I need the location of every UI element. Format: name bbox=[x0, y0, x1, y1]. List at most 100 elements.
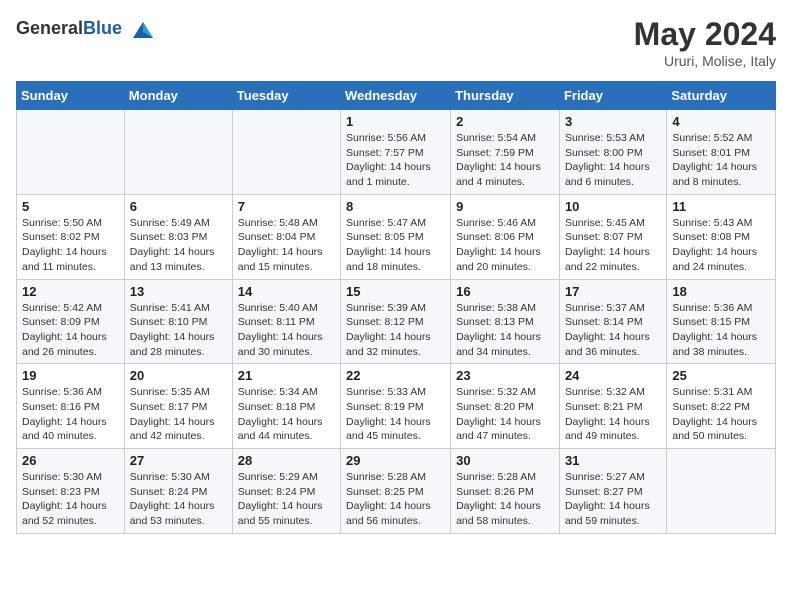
day-info: Sunrise: 5:39 AMSunset: 8:12 PMDaylight:… bbox=[346, 301, 445, 360]
calendar-cell: 14 Sunrise: 5:40 AMSunset: 8:11 PMDayligh… bbox=[232, 279, 340, 364]
logo-blue: Blue bbox=[83, 18, 122, 38]
weekday-header-thursday: Thursday bbox=[451, 82, 560, 110]
day-info: Sunrise: 5:34 AMSunset: 8:18 PMDaylight:… bbox=[238, 385, 335, 444]
calendar-cell: 7 Sunrise: 5:48 AMSunset: 8:04 PMDaylight… bbox=[232, 194, 340, 279]
calendar-cell bbox=[232, 110, 340, 195]
calendar-cell: 3 Sunrise: 5:53 AMSunset: 8:00 PMDaylight… bbox=[559, 110, 666, 195]
day-info: Sunrise: 5:31 AMSunset: 8:22 PMDaylight:… bbox=[672, 385, 770, 444]
day-info: Sunrise: 5:49 AMSunset: 8:03 PMDaylight:… bbox=[130, 216, 227, 275]
day-number: 27 bbox=[130, 453, 227, 468]
calendar-cell: 8 Sunrise: 5:47 AMSunset: 8:05 PMDaylight… bbox=[341, 194, 451, 279]
day-info: Sunrise: 5:30 AMSunset: 8:23 PMDaylight:… bbox=[22, 470, 119, 529]
day-info: Sunrise: 5:32 AMSunset: 8:20 PMDaylight:… bbox=[456, 385, 554, 444]
day-number: 24 bbox=[565, 368, 661, 383]
calendar-week-row: 19 Sunrise: 5:36 AMSunset: 8:16 PMDayligh… bbox=[17, 364, 776, 449]
calendar-cell: 22 Sunrise: 5:33 AMSunset: 8:19 PMDayligh… bbox=[341, 364, 451, 449]
calendar-cell: 17Sunrise: 5:37 AMSunset: 8:14 PMDayligh… bbox=[559, 279, 666, 364]
day-number: 11 bbox=[672, 199, 770, 214]
day-number: 10 bbox=[565, 199, 661, 214]
day-info: Sunrise: 5:36 AMSunset: 8:15 PMDaylight:… bbox=[672, 301, 770, 360]
day-info: Sunrise: 5:30 AMSunset: 8:24 PMDaylight:… bbox=[130, 470, 227, 529]
day-info: Sunrise: 5:56 AMSunset: 7:57 PMDaylight:… bbox=[346, 131, 445, 190]
calendar-cell: 12 Sunrise: 5:42 AMSunset: 8:09 PMDayligh… bbox=[17, 279, 125, 364]
calendar-week-row: 26Sunrise: 5:30 AMSunset: 8:23 PMDayligh… bbox=[17, 449, 776, 534]
day-number: 14 bbox=[238, 284, 335, 299]
day-number: 4 bbox=[672, 114, 770, 129]
calendar-cell: 2 Sunrise: 5:54 AMSunset: 7:59 PMDaylight… bbox=[451, 110, 560, 195]
weekday-header-saturday: Saturday bbox=[667, 82, 776, 110]
weekday-header-row: SundayMondayTuesdayWednesdayThursdayFrid… bbox=[17, 82, 776, 110]
calendar-cell: 10 Sunrise: 5:45 AMSunset: 8:07 PMDayligh… bbox=[559, 194, 666, 279]
day-info: Sunrise: 5:35 AMSunset: 8:17 PMDaylight:… bbox=[130, 385, 227, 444]
calendar-cell: 11Sunrise: 5:43 AMSunset: 8:08 PMDayligh… bbox=[667, 194, 776, 279]
calendar-week-row: 12 Sunrise: 5:42 AMSunset: 8:09 PMDayligh… bbox=[17, 279, 776, 364]
day-number: 5 bbox=[22, 199, 119, 214]
calendar-cell: 23 Sunrise: 5:32 AMSunset: 8:20 PMDayligh… bbox=[451, 364, 560, 449]
day-info: Sunrise: 5:27 AMSunset: 8:27 PMDaylight:… bbox=[565, 470, 661, 529]
day-info: Sunrise: 5:32 AMSunset: 8:21 PMDaylight:… bbox=[565, 385, 661, 444]
day-number: 2 bbox=[456, 114, 554, 129]
calendar-cell: 6 Sunrise: 5:49 AMSunset: 8:03 PMDaylight… bbox=[124, 194, 232, 279]
calendar-cell: 15Sunrise: 5:39 AMSunset: 8:12 PMDayligh… bbox=[341, 279, 451, 364]
calendar-cell: 21Sunrise: 5:34 AMSunset: 8:18 PMDayligh… bbox=[232, 364, 340, 449]
calendar-cell: 26Sunrise: 5:30 AMSunset: 8:23 PMDayligh… bbox=[17, 449, 125, 534]
day-info: Sunrise: 5:28 AMSunset: 8:26 PMDaylight:… bbox=[456, 470, 554, 529]
day-info: Sunrise: 5:50 AMSunset: 8:02 PMDaylight:… bbox=[22, 216, 119, 275]
calendar-cell bbox=[17, 110, 125, 195]
day-info: Sunrise: 5:38 AMSunset: 8:13 PMDaylight:… bbox=[456, 301, 554, 360]
calendar-cell: 20Sunrise: 5:35 AMSunset: 8:17 PMDayligh… bbox=[124, 364, 232, 449]
calendar-cell: 31 Sunrise: 5:27 AMSunset: 8:27 PMDayligh… bbox=[559, 449, 666, 534]
calendar-cell: 13Sunrise: 5:41 AMSunset: 8:10 PMDayligh… bbox=[124, 279, 232, 364]
weekday-header-wednesday: Wednesday bbox=[341, 82, 451, 110]
logo: GeneralBlue bbox=[16, 16, 157, 44]
calendar-table: SundayMondayTuesdayWednesdayThursdayFrid… bbox=[16, 81, 776, 534]
calendar-cell: 28 Sunrise: 5:29 AMSunset: 8:24 PMDayligh… bbox=[232, 449, 340, 534]
day-info: Sunrise: 5:48 AMSunset: 8:04 PMDaylight:… bbox=[238, 216, 335, 275]
calendar-cell: 27 Sunrise: 5:30 AMSunset: 8:24 PMDayligh… bbox=[124, 449, 232, 534]
day-info: Sunrise: 5:54 AMSunset: 7:59 PMDaylight:… bbox=[456, 131, 554, 190]
day-number: 22 bbox=[346, 368, 445, 383]
day-number: 28 bbox=[238, 453, 335, 468]
day-info: Sunrise: 5:42 AMSunset: 8:09 PMDaylight:… bbox=[22, 301, 119, 360]
day-number: 23 bbox=[456, 368, 554, 383]
logo-icon bbox=[129, 16, 157, 44]
weekday-header-monday: Monday bbox=[124, 82, 232, 110]
calendar-cell: 5 Sunrise: 5:50 AMSunset: 8:02 PMDaylight… bbox=[17, 194, 125, 279]
day-info: Sunrise: 5:29 AMSunset: 8:24 PMDaylight:… bbox=[238, 470, 335, 529]
calendar-cell: 24 Sunrise: 5:32 AMSunset: 8:21 PMDayligh… bbox=[559, 364, 666, 449]
day-number: 12 bbox=[22, 284, 119, 299]
day-info: Sunrise: 5:36 AMSunset: 8:16 PMDaylight:… bbox=[22, 385, 119, 444]
weekday-header-friday: Friday bbox=[559, 82, 666, 110]
calendar-cell: 18 Sunrise: 5:36 AMSunset: 8:15 PMDayligh… bbox=[667, 279, 776, 364]
day-number: 25 bbox=[672, 368, 770, 383]
location-subtitle: Ururi, Molise, Italy bbox=[634, 53, 776, 69]
day-number: 7 bbox=[238, 199, 335, 214]
calendar-cell: 29Sunrise: 5:28 AMSunset: 8:25 PMDayligh… bbox=[341, 449, 451, 534]
calendar-cell: 9Sunrise: 5:46 AMSunset: 8:06 PMDaylight… bbox=[451, 194, 560, 279]
day-number: 3 bbox=[565, 114, 661, 129]
day-number: 6 bbox=[130, 199, 227, 214]
day-number: 18 bbox=[672, 284, 770, 299]
day-number: 19 bbox=[22, 368, 119, 383]
month-year-title: May 2024 bbox=[634, 16, 776, 53]
logo-general: General bbox=[16, 18, 83, 38]
calendar-cell: 25 Sunrise: 5:31 AMSunset: 8:22 PMDayligh… bbox=[667, 364, 776, 449]
calendar-cell: 16 Sunrise: 5:38 AMSunset: 8:13 PMDayligh… bbox=[451, 279, 560, 364]
day-number: 13 bbox=[130, 284, 227, 299]
calendar-cell bbox=[124, 110, 232, 195]
day-number: 31 bbox=[565, 453, 661, 468]
day-number: 1 bbox=[346, 114, 445, 129]
day-info: Sunrise: 5:45 AMSunset: 8:07 PMDaylight:… bbox=[565, 216, 661, 275]
day-number: 16 bbox=[456, 284, 554, 299]
day-number: 8 bbox=[346, 199, 445, 214]
calendar-cell bbox=[667, 449, 776, 534]
day-number: 17 bbox=[565, 284, 661, 299]
day-info: Sunrise: 5:47 AMSunset: 8:05 PMDaylight:… bbox=[346, 216, 445, 275]
calendar-cell: 1 Sunrise: 5:56 AMSunset: 7:57 PMDaylight… bbox=[341, 110, 451, 195]
day-info: Sunrise: 5:40 AMSunset: 8:11 PMDaylight:… bbox=[238, 301, 335, 360]
day-info: Sunrise: 5:53 AMSunset: 8:00 PMDaylight:… bbox=[565, 131, 661, 190]
weekday-header-sunday: Sunday bbox=[17, 82, 125, 110]
day-info: Sunrise: 5:46 AMSunset: 8:06 PMDaylight:… bbox=[456, 216, 554, 275]
day-info: Sunrise: 5:33 AMSunset: 8:19 PMDaylight:… bbox=[346, 385, 445, 444]
day-info: Sunrise: 5:28 AMSunset: 8:25 PMDaylight:… bbox=[346, 470, 445, 529]
